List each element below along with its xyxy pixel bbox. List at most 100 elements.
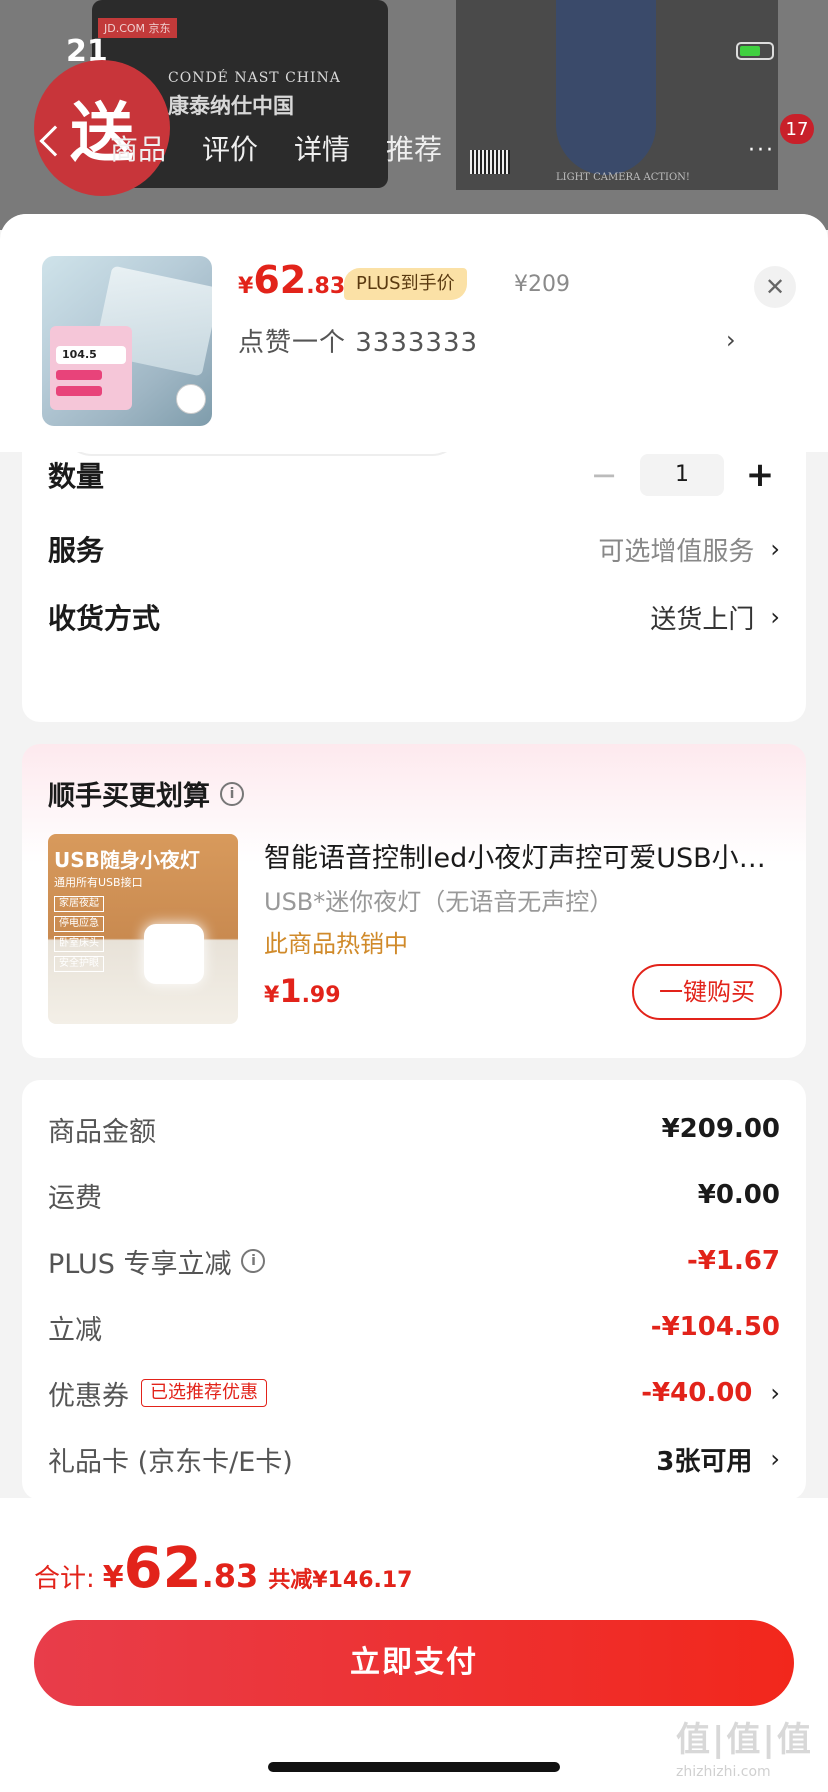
quantity-input[interactable]: 1: [640, 454, 724, 496]
product-header: 104.5 ¥ 62 .83 PLUS到手价 ¥209 点赞一个 3333333…: [0, 214, 828, 452]
book-line2: 康泰纳仕中国: [168, 93, 294, 118]
night-light-shape: [144, 924, 204, 984]
product-thumbnail[interactable]: 104.5: [42, 256, 212, 426]
upsell-title: 顺手买更划算: [48, 781, 210, 812]
service-row[interactable]: 服务 可选增值服务 ›: [48, 524, 780, 574]
delivery-value-group: 送货上门 ›: [650, 599, 780, 636]
chevron-right-icon: ›: [770, 603, 780, 631]
cost-value: -¥104.50: [650, 1312, 780, 1342]
options-card: 数量 − 1 + 服务 可选增值服务 › 收货方式 送货上门 ›: [22, 414, 806, 722]
upsell-price: ¥ 1 .99: [264, 972, 341, 1010]
price-currency: ¥: [238, 274, 254, 299]
cost-row-coupon[interactable]: 优惠券 已选推荐优惠 -¥40.00 ›: [48, 1368, 780, 1418]
upsell-product-image[interactable]: USB随身小夜灯 通用所有USB接口 家居夜起 停电应急 卧室床头 安全护眼: [48, 834, 238, 1024]
cost-row-goods: 商品金额 ¥209.00: [48, 1104, 780, 1154]
decrease-button[interactable]: −: [584, 456, 624, 494]
cost-value: ¥0.00: [697, 1180, 780, 1210]
upsell-image-tag: 家居夜起: [54, 896, 104, 912]
upsell-price-integer: 1: [279, 972, 302, 1010]
upsell-product-spec: USB*迷你夜灯（无语音无声控）: [264, 888, 614, 916]
thumb-price: 104.5: [56, 346, 126, 364]
info-icon[interactable]: i: [241, 1249, 266, 1273]
delivery-row[interactable]: 收货方式 送货上门 ›: [48, 592, 780, 642]
product-price: ¥ 62 .83: [238, 258, 345, 302]
photo-caption: LIGHT CAMERA ACTION!: [556, 172, 690, 183]
sticker-bar: [56, 386, 102, 396]
tab-details: 详情: [294, 133, 351, 166]
book-brand: JD.COM 京东: [98, 18, 177, 38]
delivery-value: 送货上门: [650, 604, 755, 635]
cost-row-shipping: 运费 ¥0.00: [48, 1170, 780, 1220]
cost-value: ¥209.00: [661, 1114, 780, 1144]
cost-breakdown-card: 商品金额 ¥209.00 运费 ¥0.00 PLUS 专享立减 i -¥1.67…: [22, 1080, 806, 1500]
one-click-buy-button[interactable]: 一键购买: [632, 964, 782, 1020]
total-currency: ¥: [102, 1560, 124, 1595]
quantity-row: 数量 − 1 +: [48, 450, 780, 500]
payment-bar: 合计: ¥ 62 .83 共减¥146.17 立即支付 值|值|值 zhizhi…: [0, 1498, 828, 1792]
close-button[interactable]: ✕: [754, 266, 796, 308]
info-icon[interactable]: i: [220, 781, 244, 806]
seal-icon: [176, 384, 206, 414]
background-page: JD.COM 京东 CONDÉ NAST CHINA 康泰纳仕中国 LIGHT …: [0, 0, 828, 230]
cost-value: -¥40.00: [641, 1378, 753, 1408]
chevron-right-icon: ›: [770, 535, 780, 563]
cost-label: 商品金额: [48, 1116, 156, 1148]
tab-product: 商品: [110, 133, 167, 166]
cost-row-gift-card[interactable]: 礼品卡 (京东卡/E卡) 3张可用 ›: [48, 1434, 780, 1484]
home-indicator[interactable]: [268, 1762, 560, 1772]
tab-reviews: 评价: [202, 133, 259, 166]
cost-label: 运费: [48, 1182, 102, 1214]
watermark-url: zhizhizhi.com: [676, 1764, 771, 1780]
service-label: 服务: [48, 534, 105, 567]
upsell-image-tag: 停电应急: [54, 916, 104, 932]
order-total: 合计: ¥ 62 .83 共减¥146.17: [34, 1536, 412, 1601]
total-decimal: .83: [201, 1557, 259, 1595]
selected-variant[interactable]: 点赞一个 3333333: [238, 322, 478, 359]
upsell-title-row: 顺手买更划算 i: [48, 774, 244, 813]
more-dots-icon: ···: [748, 138, 775, 163]
cost-row-instant-discount: 立减 -¥104.50: [48, 1302, 780, 1352]
cost-label: 优惠券: [48, 1380, 129, 1412]
promo-sticker: 104.5: [50, 326, 132, 410]
upsell-price-decimal: .99: [301, 983, 341, 1008]
cost-label: 立减: [48, 1314, 102, 1346]
book-line1: CONDÉ NAST CHINA: [168, 70, 341, 86]
total-savings: 共减¥146.17: [268, 1568, 413, 1593]
upsell-image-title: USB随身小夜灯: [54, 848, 200, 872]
cost-value: -¥1.67: [686, 1246, 780, 1276]
service-value-group: 可选增值服务 ›: [598, 531, 780, 568]
quantity-label: 数量: [48, 460, 105, 493]
background-tabs: 商品 评价 详情 推荐: [110, 128, 442, 168]
chevron-right-icon: ›: [770, 1379, 780, 1407]
cart-count-badge: 17: [780, 114, 814, 144]
plus-price-tag: PLUS到手价: [344, 268, 467, 300]
cost-value-group: 3张可用 ›: [656, 1441, 780, 1478]
cost-row-plus-discount: PLUS 专享立减 i -¥1.67: [48, 1236, 780, 1286]
quantity-stepper: − 1 +: [584, 454, 780, 496]
pay-now-button[interactable]: 立即支付: [34, 1620, 794, 1706]
cost-value: 3张可用: [656, 1446, 753, 1477]
cost-label: PLUS 专享立减: [48, 1248, 232, 1280]
dress-shape: [556, 0, 656, 175]
increase-button[interactable]: +: [740, 455, 780, 495]
cost-label: 礼品卡 (京东卡/E卡): [48, 1446, 293, 1478]
upsell-hot-label: 此商品热销中: [264, 930, 408, 958]
battery-icon: [736, 42, 774, 60]
upsell-product-name[interactable]: 智能语音控制led小夜灯声控可爱USB小夜灯: [264, 836, 784, 875]
original-price: ¥209: [514, 272, 570, 297]
upsell-image-sub: 通用所有USB接口: [54, 876, 143, 889]
barcode-icon: [470, 150, 510, 174]
watermark-logo: 值|值|值: [676, 1720, 813, 1760]
chevron-right-icon[interactable]: ›: [726, 326, 736, 354]
background-photo: LIGHT CAMERA ACTION!: [456, 0, 778, 190]
close-icon: ✕: [764, 273, 786, 301]
upsell-image-tag: 安全护眼: [54, 956, 104, 972]
price-integer: 62: [253, 258, 307, 302]
sticker-bar: [56, 370, 102, 380]
total-label: 合计:: [34, 1564, 95, 1594]
price-decimal: .83: [306, 274, 346, 299]
coupon-tag: 已选推荐优惠: [141, 1379, 267, 1407]
chevron-right-icon: ›: [770, 1445, 780, 1473]
cost-label-group: 优惠券 已选推荐优惠: [48, 1374, 267, 1413]
upsell-price-currency: ¥: [264, 983, 280, 1008]
